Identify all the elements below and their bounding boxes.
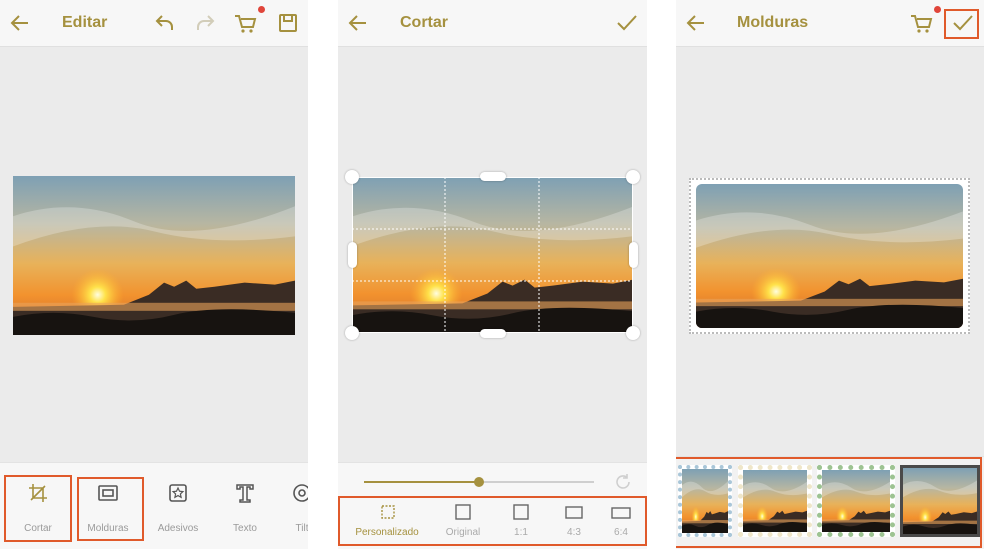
crop-top-bar: Cortar	[338, 0, 647, 47]
back-arrow-icon[interactable]	[686, 14, 706, 32]
redo-icon[interactable]	[195, 13, 215, 33]
rotation-slider-fill	[364, 481, 479, 483]
notification-badge	[934, 6, 941, 13]
crop-edge-handle[interactable]	[480, 329, 506, 338]
cart-icon[interactable]	[910, 14, 934, 34]
undo-icon[interactable]	[155, 13, 175, 33]
photo-preview	[13, 176, 295, 335]
crop-edge-handle[interactable]	[629, 242, 638, 268]
notification-badge	[258, 6, 265, 13]
crop-corner-handle[interactable]	[345, 170, 359, 184]
highlight-frames-tool	[77, 477, 144, 541]
crop-image	[352, 177, 633, 333]
tool-label: Texto	[233, 523, 257, 534]
page-title: Cortar	[400, 14, 449, 31]
reset-icon[interactable]	[614, 473, 632, 491]
tool-stickers[interactable]: Adesivos	[146, 463, 210, 543]
edit-screen: Editar Cortar Molduras Adesivos Texto Ti…	[0, 0, 308, 549]
crop-corner-handle[interactable]	[345, 326, 359, 340]
rotation-slider[interactable]	[364, 477, 594, 487]
cart-icon[interactable]	[234, 14, 258, 34]
text-icon	[236, 484, 254, 503]
framed-photo	[689, 178, 970, 334]
tool-label: Adesivos	[157, 523, 199, 534]
confirm-check-icon[interactable]	[616, 14, 638, 32]
tool-tilt[interactable]: Tilt	[270, 463, 308, 543]
tool-text[interactable]: Texto	[213, 463, 277, 543]
highlight-ratio-list	[338, 496, 647, 546]
page-title: Molduras	[737, 14, 809, 31]
frames-top-bar: Molduras	[676, 0, 984, 47]
crop-corner-handle[interactable]	[626, 326, 640, 340]
highlight-frames-gallery	[676, 457, 982, 548]
frames-screen: Molduras	[676, 0, 984, 549]
save-icon[interactable]	[278, 13, 298, 33]
photo-preview	[696, 184, 963, 328]
crop-edge-handle[interactable]	[480, 172, 506, 181]
rotation-slider-knob[interactable]	[474, 477, 484, 487]
highlight-crop-tool	[4, 475, 72, 542]
sticker-icon	[169, 484, 187, 502]
crop-grid	[352, 177, 633, 333]
page-title: Editar	[62, 14, 108, 31]
tilt-icon	[293, 484, 308, 502]
highlight-confirm	[944, 9, 979, 39]
crop-corner-handle[interactable]	[626, 170, 640, 184]
crop-edge-handle[interactable]	[348, 242, 357, 268]
back-arrow-icon[interactable]	[10, 14, 30, 32]
tool-label: Tilt	[295, 523, 308, 534]
back-arrow-icon[interactable]	[348, 14, 368, 32]
edit-top-bar: Editar	[0, 0, 308, 47]
crop-screen: Cortar Personalizado Original 1:1 4:3 6:…	[338, 0, 647, 549]
